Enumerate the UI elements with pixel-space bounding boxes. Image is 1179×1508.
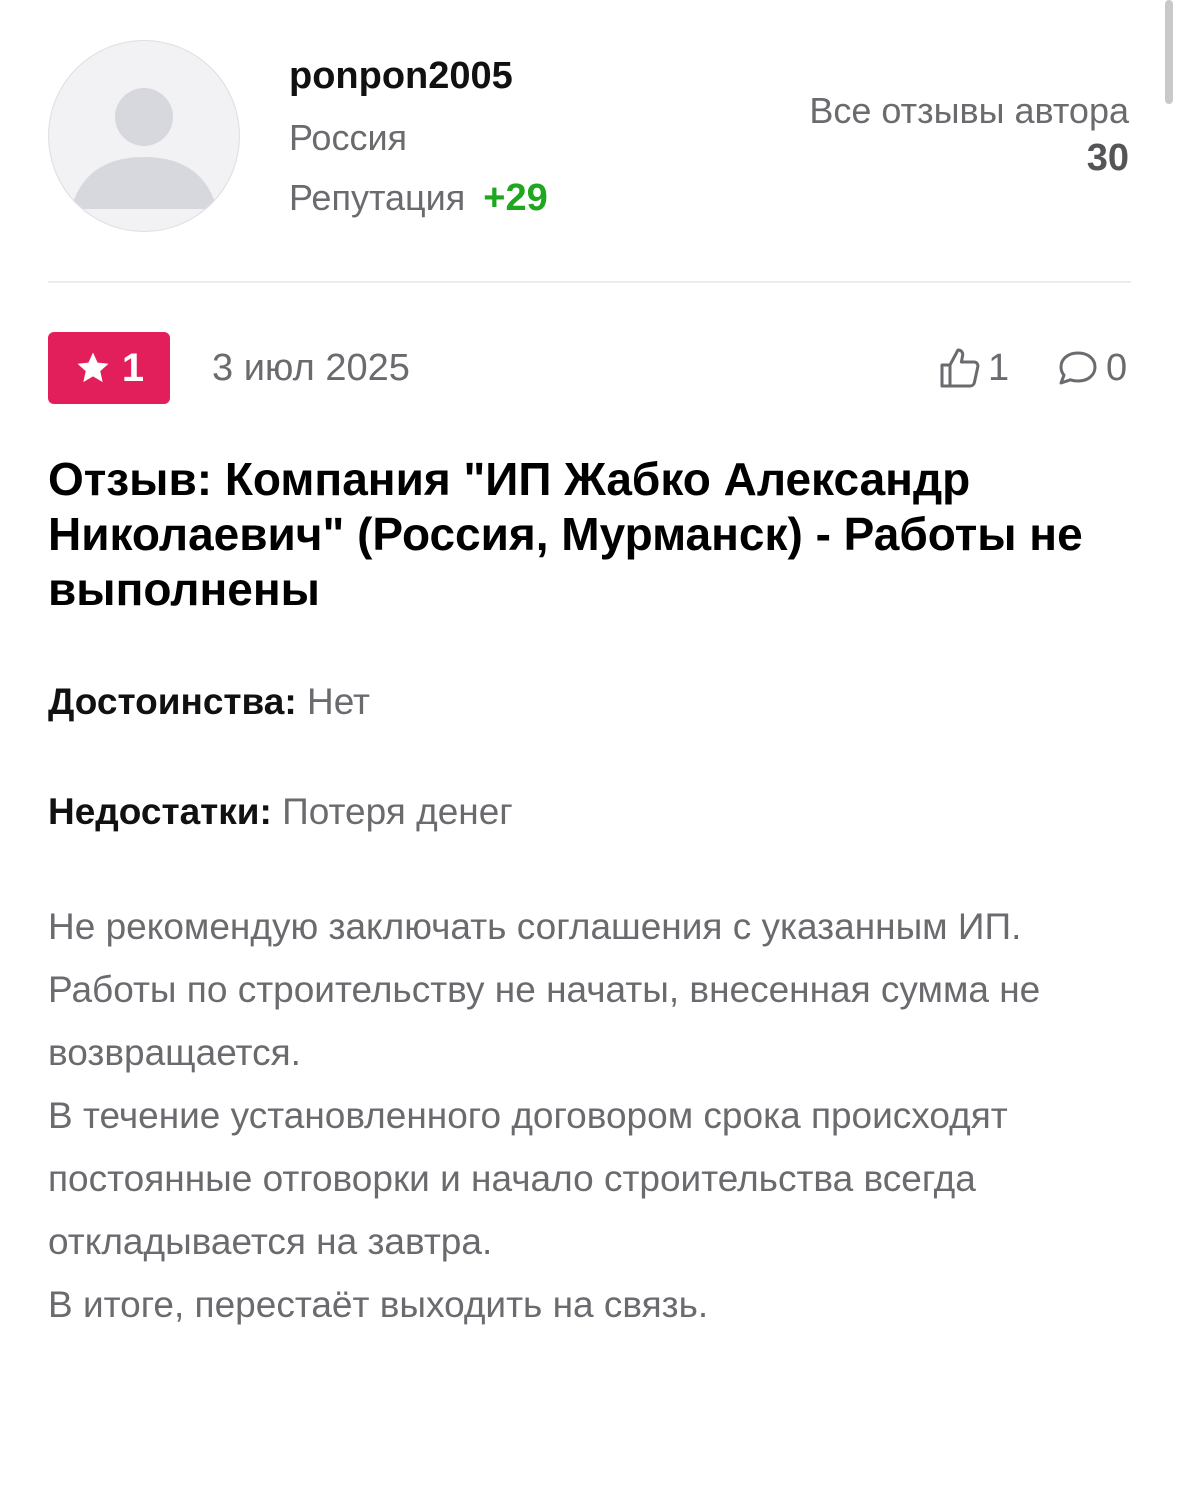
author-info: ponpon2005 Россия Репутация +29 <box>289 54 548 220</box>
author-reputation: Репутация +29 <box>289 176 548 220</box>
star-icon <box>77 352 109 383</box>
comments-count: 0 <box>1106 346 1128 389</box>
comment-icon <box>1059 351 1097 385</box>
all-reviews-label[interactable]: Все отзывы автора <box>809 88 1129 134</box>
review-paragraph: Работы по строительству не начаты, внесе… <box>48 969 1041 1073</box>
likes-count: 1 <box>988 346 1010 389</box>
review-meta: 1 3 июл 2025 1 0 <box>48 332 1131 404</box>
comments-button[interactable]: 0 <box>1054 344 1127 392</box>
review-pros: Достоинства: Нет <box>48 678 370 726</box>
cons-value: Потеря денег <box>282 791 513 832</box>
review-title: Отзыв: Компания "ИП Жабко Александр Нико… <box>48 453 1083 615</box>
pros-label: Достоинства: <box>48 681 297 722</box>
all-reviews-count[interactable]: 30 <box>809 134 1129 182</box>
avatar[interactable] <box>48 40 240 232</box>
review-paragraph: В течение установленного договором срока… <box>48 1095 1008 1262</box>
rating-badge: 1 <box>48 332 170 404</box>
avatar-placeholder-icon <box>71 88 217 209</box>
review-paragraph: В итоге, перестаёт выходить на связь. <box>48 1284 709 1325</box>
reputation-label: Репутация <box>289 177 466 218</box>
review-date: 3 июл 2025 <box>212 347 410 389</box>
like-button[interactable]: 1 <box>936 344 1009 392</box>
author-username[interactable]: ponpon2005 <box>289 54 548 98</box>
author-country: Россия <box>289 117 408 158</box>
pros-value: Нет <box>306 681 370 722</box>
scrollbar[interactable] <box>1165 0 1173 104</box>
author-card: ponpon2005 Россия Репутация +29 Все отзыв… <box>48 40 1131 240</box>
all-reviews-link[interactable]: Все отзывы автора 30 <box>809 88 1129 182</box>
divider <box>48 281 1131 283</box>
review-paragraph: Не рекомендую заключать соглашения с ука… <box>48 906 1022 947</box>
thumbs-up-icon <box>940 348 980 388</box>
reputation-value: +29 <box>483 177 548 219</box>
review-body: Не рекомендую заключать соглашения с ука… <box>48 895 1138 1336</box>
rating-value: 1 <box>121 346 145 390</box>
review-cons: Недостатки: Потеря денег <box>48 788 513 836</box>
cons-label: Недостатки: <box>48 791 272 832</box>
